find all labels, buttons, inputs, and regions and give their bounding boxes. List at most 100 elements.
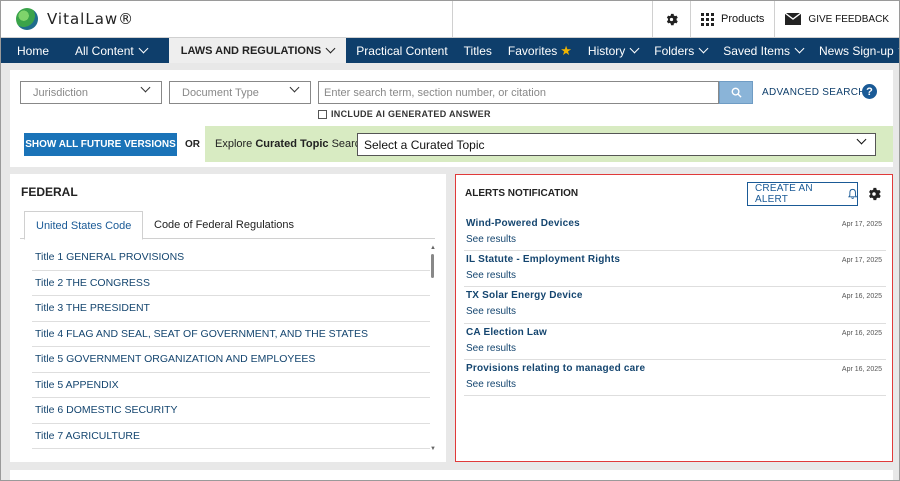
list-item[interactable]: Title 1 GENERAL PROVISIONS: [32, 245, 430, 271]
scrollbar-thumb[interactable]: [431, 254, 434, 278]
nav-home[interactable]: Home: [1, 38, 67, 63]
gear-icon: [666, 13, 678, 25]
advanced-search-link[interactable]: ADVANCED SEARCH: [762, 87, 866, 98]
search-icon: [731, 87, 742, 98]
alert-row: CA Election Law See results Apr 16, 2025: [464, 324, 886, 360]
curated-prefix: Explore: [215, 138, 253, 150]
alert-date: Apr 16, 2025: [841, 365, 882, 373]
nav-folders-label: Folders: [654, 43, 695, 58]
see-results-link[interactable]: See results: [466, 306, 516, 317]
curated-select-value: Select a Curated Topic: [364, 137, 485, 152]
document-type-select[interactable]: Document Type: [169, 81, 311, 104]
list-item[interactable]: Title 7 AGRICULTURE: [32, 424, 430, 449]
nav-history-label: History: [587, 43, 626, 58]
feedback-label: GIVE FEEDBACK: [808, 13, 889, 25]
grid-icon: [701, 12, 714, 26]
nav-titles[interactable]: Titles: [456, 38, 500, 63]
nav-favorites[interactable]: Favorites ★: [500, 38, 580, 63]
nav-history[interactable]: History: [580, 38, 646, 63]
nav-saved-items[interactable]: Saved Items: [715, 38, 811, 63]
search-panel: Jurisdiction Document Type Enter search …: [10, 70, 893, 167]
top-header: VitalLaw® Products GIVE FEEDBACK: [1, 1, 899, 38]
alert-row: IL Statute - Employment Rights See resul…: [464, 251, 886, 288]
list-item[interactable]: Title 3 THE PRESIDENT: [32, 296, 430, 322]
header-actions: Products GIVE FEEDBACK: [452, 1, 899, 37]
header-spacer: [452, 1, 652, 37]
scroll-down-icon[interactable]: ▼: [430, 446, 436, 452]
alert-name-link[interactable]: Provisions relating to managed care: [466, 363, 645, 374]
give-feedback-button[interactable]: GIVE FEEDBACK: [774, 1, 899, 37]
alert-row: Provisions relating to managed care See …: [464, 360, 886, 396]
chevron-down-icon: [138, 43, 149, 54]
bottom-panel-edge: [10, 470, 893, 480]
see-results-link[interactable]: See results: [466, 343, 516, 354]
title-list-scrollbar[interactable]: ▲ ▼: [430, 245, 436, 455]
alert-date: Apr 16, 2025: [841, 329, 882, 337]
nav-favorites-label: Favorites: [507, 43, 558, 58]
search-placeholder: Enter search term, section number, or ci…: [324, 86, 546, 99]
show-all-future-versions-button[interactable]: SHOW ALL FUTURE VERSIONS: [24, 133, 177, 156]
alert-date: Apr 16, 2025: [841, 293, 882, 301]
include-ai-checkbox[interactable]: INCLUDE AI GENERATED ANSWER: [318, 109, 491, 119]
chevron-down-icon: [140, 82, 151, 93]
help-icon[interactable]: ?: [862, 84, 877, 99]
or-separator: OR: [185, 139, 200, 150]
doctype-placeholder: Document Type: [182, 86, 259, 99]
nav-all-content[interactable]: All Content: [67, 38, 169, 63]
alert-name-link[interactable]: IL Statute - Employment Rights: [466, 254, 620, 265]
alert-row: TX Solar Energy Device See results Apr 1…: [464, 287, 886, 324]
chevron-down-icon: [629, 43, 640, 54]
list-item[interactable]: Title 5 GOVERNMENT ORGANIZATION AND EMPL…: [32, 347, 430, 373]
search-button[interactable]: [719, 81, 753, 104]
tab-united-states-code[interactable]: United States Code: [24, 211, 144, 240]
curated-bold: Curated Topic: [255, 138, 329, 150]
checkbox-box[interactable]: [318, 109, 327, 119]
curated-topic-label: Explore Curated Topic Search: [215, 138, 366, 150]
globe-logo-icon[interactable]: [16, 8, 38, 30]
chevron-down-icon: [794, 43, 805, 54]
federal-tabs: United States Code Code of Federal Regul…: [20, 211, 435, 240]
see-results-link[interactable]: See results: [466, 270, 516, 281]
jurisdiction-placeholder: Jurisdiction: [33, 86, 89, 99]
alert-row: Wind-Powered Devices See results Apr 17,…: [464, 215, 886, 252]
envelope-icon: [785, 13, 802, 25]
nav-folders[interactable]: Folders: [646, 38, 715, 63]
tab-code-of-federal-regulations[interactable]: Code of Federal Regulations: [143, 211, 305, 239]
alert-date: Apr 17, 2025: [841, 257, 882, 265]
search-input[interactable]: Enter search term, section number, or ci…: [318, 81, 719, 104]
brand-name[interactable]: VitalLaw®: [47, 10, 134, 28]
chevron-down-icon: [698, 43, 709, 54]
alert-name-link[interactable]: TX Solar Energy Device: [466, 290, 583, 301]
list-item[interactable]: Title 5 APPENDIX: [32, 373, 430, 398]
nav-news-signup[interactable]: News Sign-up: [811, 38, 899, 63]
create-alert-button[interactable]: CREATE AN ALERT: [747, 182, 858, 206]
alerts-title: ALERTS NOTIFICATION: [465, 188, 579, 199]
alerts-settings-gear-icon[interactable]: [867, 187, 881, 201]
settings-button[interactable]: [652, 1, 690, 37]
curated-topic-bar: Explore Curated Topic Search Select a Cu…: [205, 126, 893, 162]
alerts-list: Wind-Powered Devices See results Apr 17,…: [464, 215, 886, 396]
nav-laws-regulations[interactable]: LAWS AND REGULATIONS: [168, 38, 347, 63]
products-button[interactable]: Products: [690, 1, 774, 37]
alerts-panel: ALERTS NOTIFICATION CREATE AN ALERT Wind…: [455, 174, 893, 462]
alert-date: Apr 17, 2025: [841, 221, 882, 228]
federal-panel: FEDERAL United States Code Code of Feder…: [10, 174, 446, 462]
nav-practical-content[interactable]: Practical Content: [346, 38, 455, 63]
list-item[interactable]: Title 6 DOMESTIC SECURITY: [32, 398, 430, 424]
nav-saved-label: Saved Items: [723, 43, 790, 58]
scroll-up-icon[interactable]: ▲: [430, 245, 436, 251]
see-results-link[interactable]: See results: [466, 379, 516, 390]
list-item[interactable]: Title 2 THE CONGRESS: [32, 271, 430, 296]
curated-topic-select[interactable]: Select a Curated Topic: [357, 133, 876, 156]
alert-name-link[interactable]: CA Election Law: [466, 327, 547, 338]
nav-laws-label: LAWS AND REGULATIONS: [180, 44, 322, 57]
see-results-link[interactable]: See results: [466, 234, 516, 245]
alert-name-link[interactable]: Wind-Powered Devices: [466, 218, 580, 229]
ai-label: INCLUDE AI GENERATED ANSWER: [331, 109, 491, 119]
title-list: Title 1 GENERAL PROVISIONS Title 2 THE C…: [32, 245, 430, 449]
list-item[interactable]: Title 4 FLAG AND SEAL, SEAT OF GOVERNMEN…: [32, 322, 430, 347]
bell-icon: [847, 188, 857, 199]
create-alert-label: CREATE AN ALERT: [755, 183, 813, 205]
jurisdiction-select[interactable]: Jurisdiction: [20, 81, 162, 104]
federal-title: FEDERAL: [21, 185, 78, 199]
